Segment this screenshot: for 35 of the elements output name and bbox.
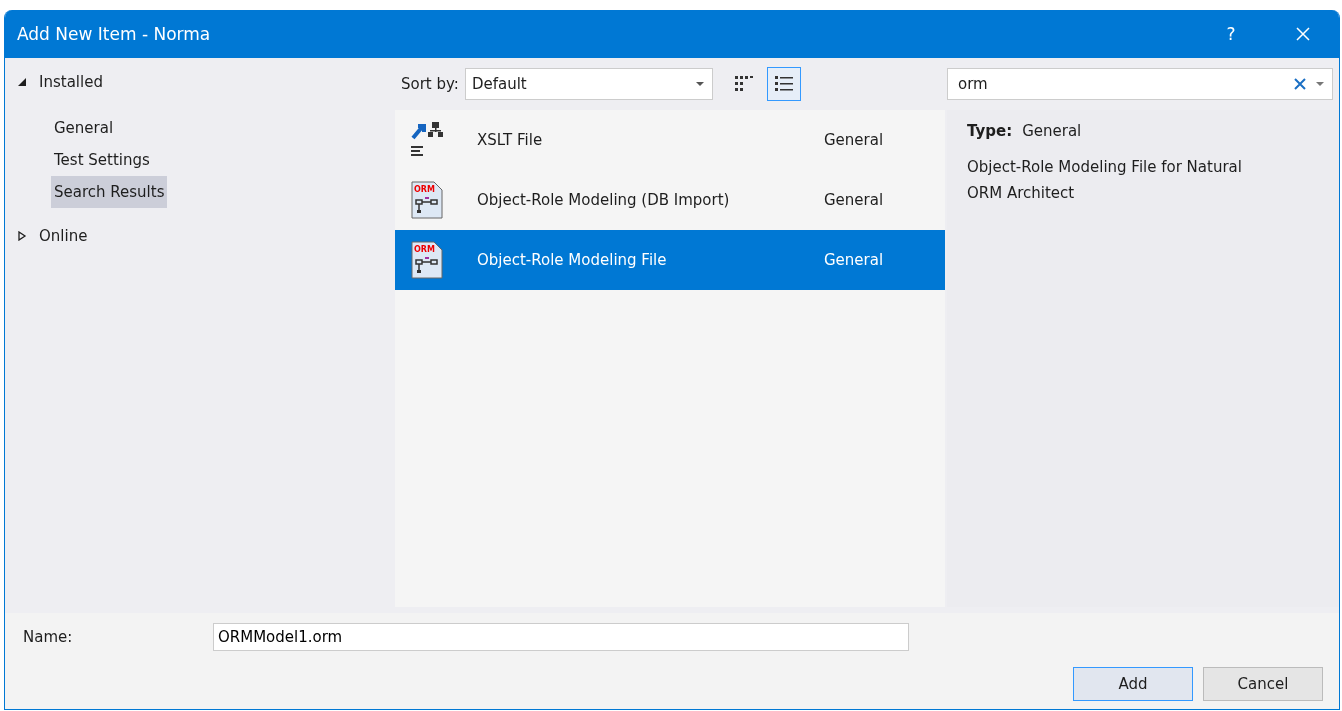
caret-icon[interactable] bbox=[1316, 82, 1324, 86]
tree-item[interactable]: Search Results bbox=[51, 176, 168, 208]
name-label: Name: bbox=[23, 628, 74, 646]
template-name: Object-Role Modeling File bbox=[476, 251, 668, 269]
template-category: General bbox=[824, 131, 884, 149]
window-title: Add New Item - Norma bbox=[16, 24, 212, 44]
orm-file-icon: ORM bbox=[409, 180, 445, 220]
template-category: General bbox=[824, 251, 884, 269]
tree-item[interactable]: Installed bbox=[39, 73, 103, 91]
orm-file-icon: ORM bbox=[409, 240, 445, 280]
template-row[interactable]: ORM Object-Role Modeling File General bbox=[395, 230, 945, 290]
collapsed-triangle-icon[interactable] bbox=[17, 231, 27, 241]
expanded-triangle-icon[interactable] bbox=[17, 77, 27, 87]
description-text: Object-Role Modeling File for Natural ORM Architect bbox=[967, 157, 1243, 204]
template-row[interactable]: XSLT File General bbox=[395, 110, 945, 170]
template-name: XSLT File bbox=[476, 131, 544, 149]
search-box[interactable]: orm bbox=[947, 68, 1333, 100]
list-view-button[interactable] bbox=[766, 67, 801, 101]
close-icon bbox=[1295, 26, 1311, 42]
tree-item[interactable]: Online bbox=[39, 227, 88, 245]
cancel-button[interactable]: Cancel bbox=[1203, 667, 1323, 701]
add-button[interactable]: Add bbox=[1073, 667, 1193, 701]
name-field[interactable]: ORMModel1.orm bbox=[213, 623, 909, 651]
tree-item[interactable]: General bbox=[51, 112, 117, 144]
type-label: Type: bbox=[967, 122, 1013, 140]
template-name: Object-Role Modeling (DB Import) bbox=[476, 191, 731, 209]
tree-item[interactable]: Test Settings bbox=[51, 144, 153, 176]
template-row[interactable]: ORM Object-Role Modeling (DB Import) General bbox=[395, 170, 945, 230]
clear-icon[interactable] bbox=[1294, 78, 1306, 90]
help-button[interactable]: ? bbox=[1195, 10, 1267, 58]
sort-label: Sort by: bbox=[401, 75, 459, 93]
template-category: General bbox=[824, 191, 884, 209]
type-value: General bbox=[1022, 122, 1082, 140]
caret-icon bbox=[695, 82, 704, 86]
sort-dropdown[interactable]: Default bbox=[464, 68, 713, 100]
